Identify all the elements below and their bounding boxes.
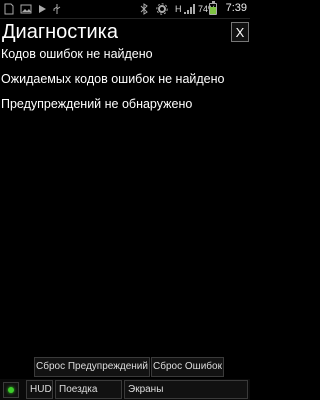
page-title: Диагностика bbox=[2, 21, 118, 43]
status-bar: H 74% 7:39 bbox=[0, 0, 250, 19]
battery-icon bbox=[209, 1, 217, 15]
message-no-warnings: Предупреждений не обнаружено bbox=[1, 97, 193, 111]
trip-button[interactable]: Поездка bbox=[55, 380, 122, 399]
reset-warnings-button[interactable]: Сброс Предупреждений bbox=[34, 357, 150, 377]
settings-icon bbox=[156, 3, 168, 15]
screens-button[interactable]: Экраны bbox=[124, 380, 248, 399]
bluetooth-icon bbox=[140, 3, 148, 15]
sim-icon bbox=[4, 3, 14, 15]
signal-icon bbox=[184, 4, 195, 14]
message-no-error-codes: Кодов ошибок не найдено bbox=[1, 47, 153, 61]
network-type: H bbox=[175, 4, 182, 14]
clock: 7:39 bbox=[225, 2, 247, 14]
connection-status-icon bbox=[3, 382, 19, 398]
reset-errors-button[interactable]: Сброс Ошибок bbox=[151, 357, 224, 377]
close-button[interactable]: X bbox=[231, 22, 249, 42]
usb-icon bbox=[53, 4, 61, 14]
image-icon bbox=[20, 4, 32, 14]
hud-button[interactable]: HUD bbox=[26, 380, 53, 399]
play-icon bbox=[39, 5, 46, 13]
message-no-pending-codes: Ожидаемых кодов ошибок не найдено bbox=[1, 72, 225, 86]
bottom-bar: HUD Поездка Экраны bbox=[0, 379, 250, 400]
